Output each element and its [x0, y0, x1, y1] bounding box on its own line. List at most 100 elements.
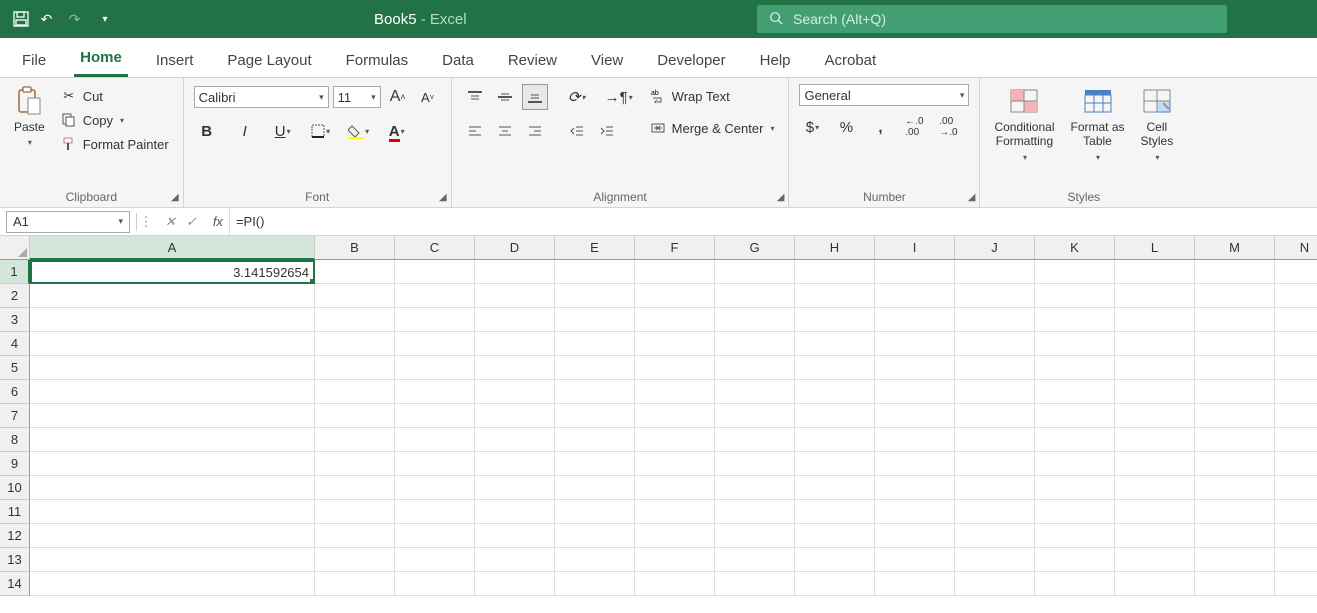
increase-indent-button[interactable] [594, 118, 620, 144]
enter-formula-icon[interactable]: ✓ [186, 214, 197, 230]
cell[interactable] [30, 500, 315, 524]
tab-home[interactable]: Home [74, 41, 128, 77]
cell[interactable] [1035, 572, 1115, 596]
cell[interactable] [1115, 260, 1195, 284]
wrap-text-button[interactable]: ab Wrap Text [646, 84, 779, 108]
cell[interactable] [1115, 332, 1195, 356]
cell[interactable] [1275, 356, 1317, 380]
cell[interactable] [1275, 308, 1317, 332]
cell[interactable] [715, 572, 795, 596]
decrease-indent-button[interactable] [564, 118, 590, 144]
cell[interactable] [475, 404, 555, 428]
cell[interactable] [1035, 452, 1115, 476]
dialog-launcher-icon[interactable]: ◢ [968, 192, 976, 203]
cell[interactable] [1195, 548, 1275, 572]
cell[interactable] [555, 284, 635, 308]
tab-insert[interactable]: Insert [150, 44, 200, 77]
number-format-select[interactable]: General▾ [799, 84, 969, 106]
fx-icon[interactable]: fx [207, 214, 229, 229]
align-top-button[interactable] [462, 84, 488, 110]
cell[interactable] [555, 380, 635, 404]
cell[interactable] [315, 452, 395, 476]
accounting-format-button[interactable]: $▾ [799, 114, 825, 140]
underline-button[interactable]: U▾ [270, 118, 296, 144]
cell[interactable] [875, 428, 955, 452]
cell[interactable] [395, 500, 475, 524]
cell[interactable] [1115, 500, 1195, 524]
cell[interactable] [635, 572, 715, 596]
cell[interactable] [715, 500, 795, 524]
cell[interactable] [955, 332, 1035, 356]
cell[interactable] [30, 476, 315, 500]
conditional-formatting-button[interactable]: Conditional Formatting▾ [990, 84, 1058, 164]
cell[interactable] [30, 284, 315, 308]
column-header[interactable]: L [1115, 236, 1195, 260]
tab-page-layout[interactable]: Page Layout [221, 44, 317, 77]
cell[interactable] [315, 476, 395, 500]
cell[interactable] [315, 260, 395, 284]
cell[interactable] [1115, 404, 1195, 428]
cell[interactable] [315, 332, 395, 356]
merge-center-button[interactable]: Merge & Center ▾ [646, 116, 779, 140]
cell[interactable] [715, 548, 795, 572]
cell[interactable] [1195, 500, 1275, 524]
tab-formulas[interactable]: Formulas [340, 44, 415, 77]
cell[interactable] [475, 332, 555, 356]
font-name-select[interactable]: Calibri▾ [194, 86, 329, 108]
cell[interactable] [1115, 356, 1195, 380]
cell[interactable] [955, 572, 1035, 596]
tab-review[interactable]: Review [502, 44, 563, 77]
cell[interactable] [475, 260, 555, 284]
paste-button[interactable]: Paste ▾ [10, 84, 49, 150]
cell[interactable] [955, 500, 1035, 524]
cell[interactable] [795, 476, 875, 500]
cell[interactable] [315, 380, 395, 404]
cell[interactable] [395, 428, 475, 452]
cell[interactable]: 3.141592654 [30, 260, 315, 284]
tab-acrobat[interactable]: Acrobat [819, 44, 883, 77]
cells-area[interactable]: 3.141592654 [30, 260, 1317, 596]
font-size-select[interactable]: 11▾ [333, 86, 381, 108]
increase-decimal-button[interactable]: ←.0.00 [901, 114, 927, 140]
cell[interactable] [1115, 524, 1195, 548]
cell[interactable] [555, 260, 635, 284]
cell[interactable] [30, 332, 315, 356]
cell[interactable] [635, 404, 715, 428]
cell[interactable] [475, 500, 555, 524]
cell[interactable] [635, 428, 715, 452]
tab-file[interactable]: File [16, 44, 52, 77]
cell[interactable] [715, 452, 795, 476]
cell[interactable] [315, 548, 395, 572]
cell[interactable] [1195, 572, 1275, 596]
cell[interactable] [1195, 356, 1275, 380]
cell[interactable] [955, 524, 1035, 548]
cell[interactable] [875, 332, 955, 356]
cell[interactable] [395, 308, 475, 332]
cell[interactable] [315, 524, 395, 548]
cell[interactable] [715, 308, 795, 332]
cell[interactable] [795, 548, 875, 572]
cell[interactable] [955, 404, 1035, 428]
cell[interactable] [955, 428, 1035, 452]
cell[interactable] [395, 356, 475, 380]
cell[interactable] [475, 452, 555, 476]
cell[interactable] [475, 380, 555, 404]
percent-format-button[interactable]: % [833, 114, 859, 140]
cell[interactable] [1115, 308, 1195, 332]
fbar-more-icon[interactable]: ⋮ [137, 214, 155, 230]
cell[interactable] [1115, 572, 1195, 596]
cell[interactable] [795, 500, 875, 524]
cancel-formula-icon[interactable]: ✕ [165, 214, 176, 230]
cell[interactable] [955, 260, 1035, 284]
column-header[interactable]: J [955, 236, 1035, 260]
cell[interactable] [1275, 572, 1317, 596]
cell[interactable] [875, 452, 955, 476]
cell[interactable] [1275, 380, 1317, 404]
italic-button[interactable]: I [232, 118, 258, 144]
cell[interactable] [795, 356, 875, 380]
cell[interactable] [555, 428, 635, 452]
cell[interactable] [795, 524, 875, 548]
cell[interactable] [30, 524, 315, 548]
cell[interactable] [1035, 356, 1115, 380]
bold-button[interactable]: B [194, 118, 220, 144]
